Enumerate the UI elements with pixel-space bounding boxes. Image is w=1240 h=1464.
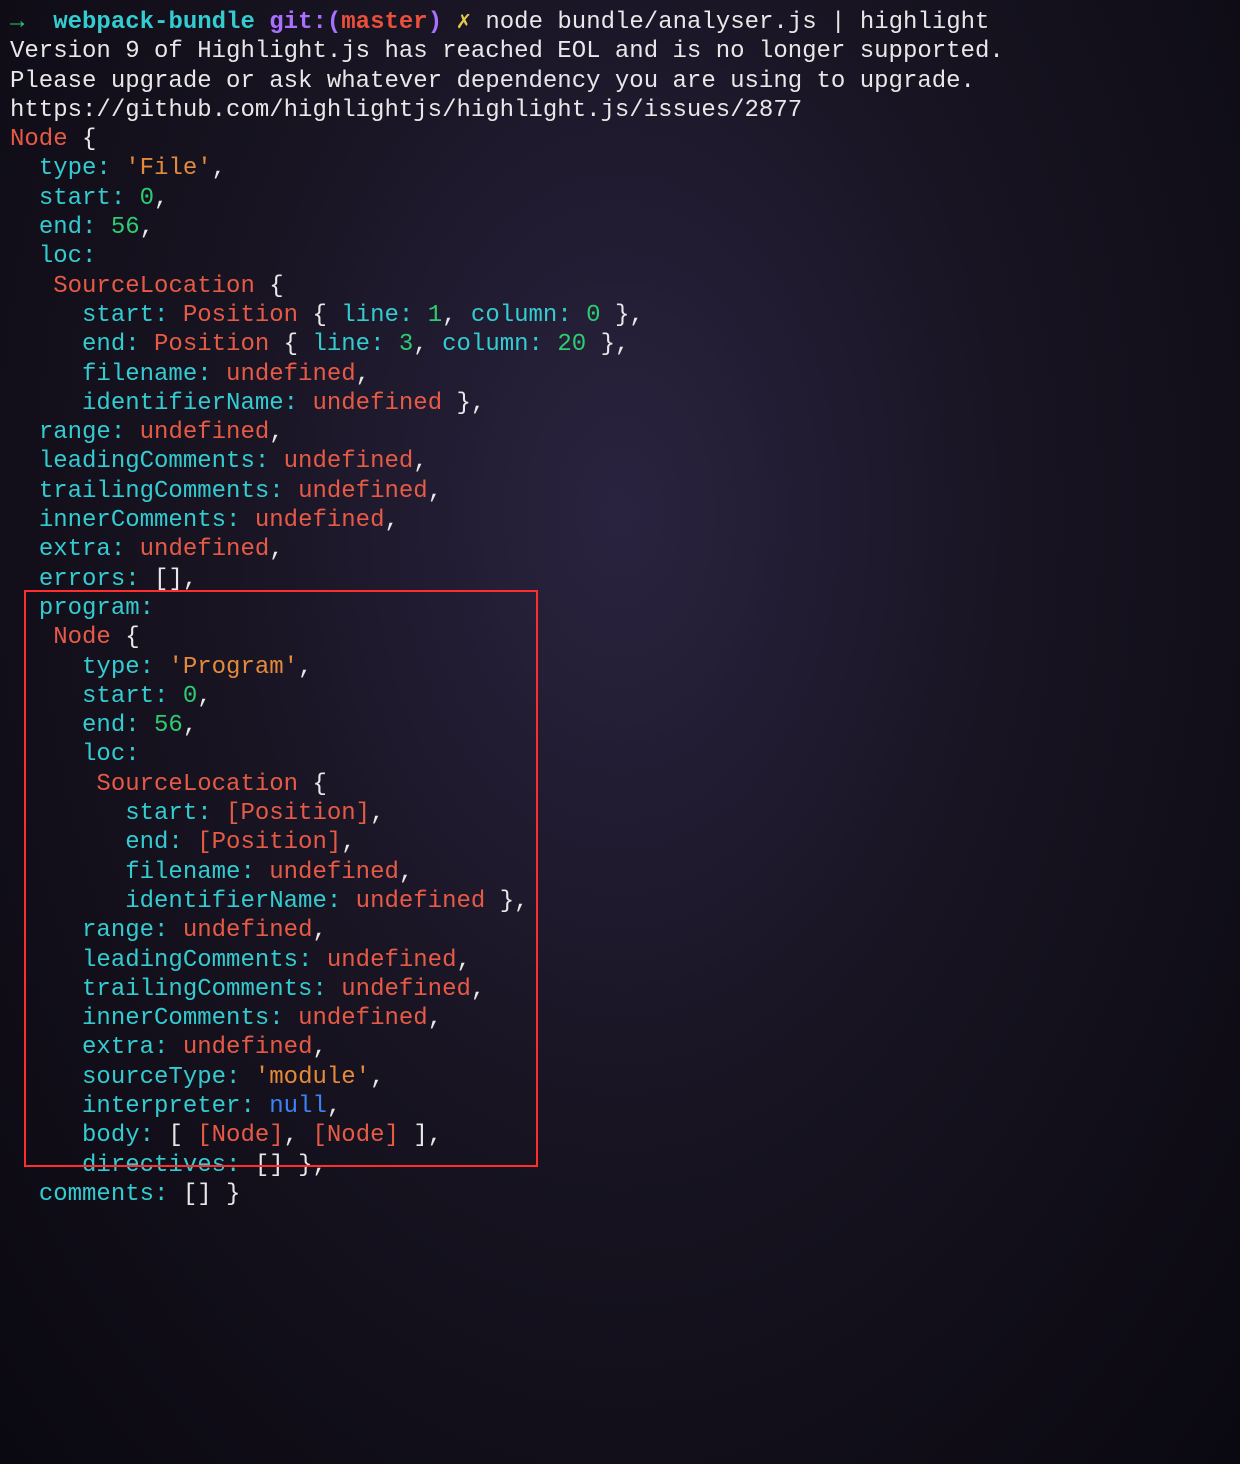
sourcelocation-name: SourceLocation: [53, 273, 255, 300]
position-name-end: Position: [154, 331, 269, 358]
val-start: 0: [140, 185, 154, 212]
key-directives: directives:: [82, 1152, 240, 1179]
key-prog-start: start:: [82, 683, 168, 710]
key-prog-extra: extra:: [82, 1034, 168, 1061]
key-prog-type: type:: [82, 654, 154, 681]
key-loc-end: end:: [82, 331, 140, 358]
key-innercomments: innerComments:: [39, 507, 241, 534]
key-prog-end: end:: [82, 712, 140, 739]
val-undefined: undefined: [226, 361, 356, 388]
val-directives: [] }: [255, 1152, 313, 1179]
node-name: Node: [10, 126, 68, 153]
prompt-arrow: →: [10, 9, 24, 36]
key-loc-start: start:: [82, 302, 168, 329]
warning-line-1: Version 9 of Highlight.js has reached EO…: [10, 38, 1004, 65]
key-extra: extra:: [39, 536, 125, 563]
key-sourcetype: sourceType:: [82, 1064, 240, 1091]
prompt-dir: webpack-bundle: [53, 9, 255, 36]
key-interpreter: interpreter:: [82, 1093, 255, 1120]
val-sourcetype: 'module': [255, 1064, 370, 1091]
key-loc: loc:: [39, 243, 97, 270]
terminal-output: → webpack-bundle git:(master) ✗ node bun…: [0, 0, 1240, 1217]
warning-line-2: Please upgrade or ask whatever dependenc…: [10, 68, 975, 95]
prompt-git: git:(: [269, 9, 341, 36]
key-program: program:: [39, 595, 154, 622]
key-end: end:: [39, 214, 97, 241]
body-node-2: [Node]: [312, 1122, 398, 1149]
key-body: body:: [82, 1122, 154, 1149]
dirty-icon: ✗: [457, 9, 471, 36]
program-node-name: Node: [53, 624, 111, 651]
val-errors: []: [154, 566, 183, 593]
key-prog-loc: loc:: [82, 741, 140, 768]
key-type: type:: [39, 155, 111, 182]
key-errors: errors:: [39, 566, 140, 593]
key-prog-range: range:: [82, 917, 168, 944]
key-trailingcomments: trailingComments:: [39, 478, 284, 505]
warning-url: https://github.com/highlightjs/highlight…: [10, 97, 802, 124]
val-end: 56: [111, 214, 140, 241]
prompt-branch: master: [341, 9, 427, 36]
key-leadingcomments: leadingComments:: [39, 448, 269, 475]
prog-sourcelocation: SourceLocation: [96, 771, 298, 798]
key-prog-innercomments: innerComments:: [82, 1005, 284, 1032]
key-comments: comments:: [39, 1181, 169, 1208]
position-name: Position: [183, 302, 298, 329]
prompt-git-close: ): [428, 9, 442, 36]
val-null: null: [269, 1093, 327, 1120]
val-prog-type: 'Program': [168, 654, 298, 681]
key-prog-trailingcomments: trailingComments:: [82, 976, 327, 1003]
command-text: node bundle/analyser.js | highlight: [485, 9, 989, 36]
key-prog-leadingcomments: leadingComments:: [82, 947, 312, 974]
key-identifiername: identifierName:: [82, 390, 298, 417]
body-node-1: [Node]: [197, 1122, 283, 1149]
val-type: 'File': [125, 155, 211, 182]
val-comments: [] }: [183, 1181, 241, 1208]
key-range: range:: [39, 419, 125, 446]
key-start: start:: [39, 185, 125, 212]
key-filename: filename:: [82, 361, 212, 388]
